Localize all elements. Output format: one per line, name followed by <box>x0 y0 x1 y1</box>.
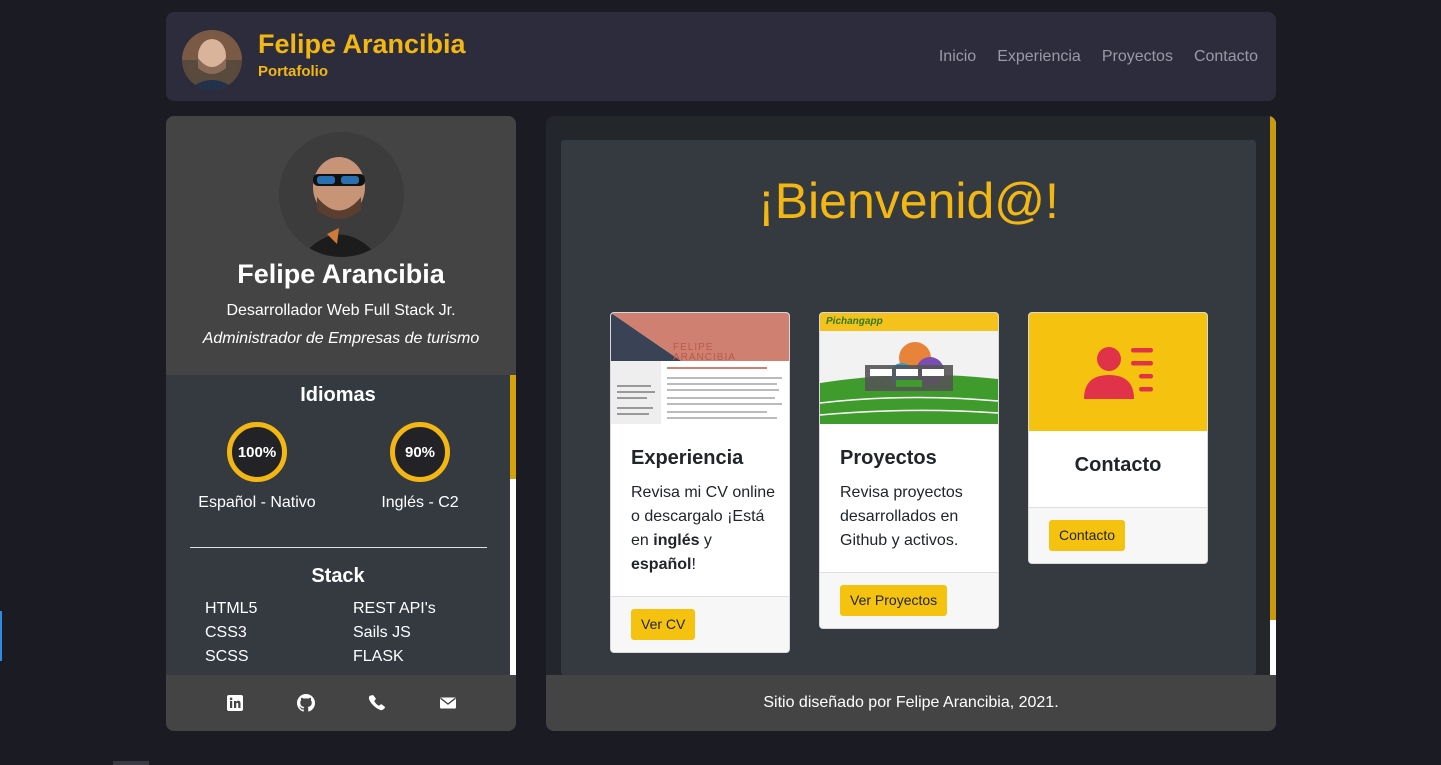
view-cv-button[interactable]: Ver CV <box>631 609 696 640</box>
card-text: Revisa proyectos desarrollados en Github… <box>840 484 963 549</box>
card-title: Proyectos <box>840 447 937 469</box>
nav-link-inicio[interactable]: Inicio <box>939 48 976 66</box>
main-scrollbar-thumb[interactable] <box>1270 116 1276 620</box>
welcome-section[interactable]: ¡Bienvenid@! FELIPE ARANCIBIA Experienci… <box>561 140 1256 675</box>
profile-name: Felipe Arancibia <box>237 259 445 289</box>
nav-link-proyectos[interactable]: Proyectos <box>1102 48 1173 66</box>
sidebar-scrollbar[interactable] <box>510 375 516 675</box>
linkedin-icon[interactable] <box>226 694 244 712</box>
nav-link-contacto[interactable]: Contacto <box>1194 48 1258 66</box>
card-footer: Ver CV <box>611 596 789 652</box>
brand-subtitle: Portafolio <box>258 63 328 80</box>
sidebar-scroll-area[interactable]: Idiomas 100% Español - Nativo 90% Inglés… <box>166 375 516 675</box>
brand-name[interactable]: Felipe Arancibia <box>258 29 466 60</box>
contact-card-banner[interactable] <box>1029 313 1207 431</box>
cv-thumbnail-name: FELIPE ARANCIBIA <box>673 342 736 363</box>
stack-item: Sails JS <box>353 624 411 641</box>
card-footer: Ver Proyectos <box>820 572 998 628</box>
language-ring: 90% <box>390 422 450 482</box>
sidebar-scrollbar-thumb[interactable] <box>510 375 516 479</box>
card-footer: Contacto <box>1029 507 1207 563</box>
mail-icon[interactable] <box>439 694 457 712</box>
cv-thumbnail[interactable]: FELIPE ARANCIBIA <box>611 313 789 424</box>
contact-card: Contacto Contacto <box>1028 312 1208 564</box>
language-ring: 100% <box>227 422 287 482</box>
nav-link-experiencia[interactable]: Experiencia <box>997 48 1081 66</box>
social-bar <box>166 675 516 731</box>
stack-title: Stack <box>311 565 365 587</box>
stack-item: HTML5 <box>205 600 258 617</box>
stack-item: FLASK <box>353 648 404 665</box>
stack-item: REST API's <box>353 600 436 617</box>
welcome-heading: ¡Bienvenid@! <box>758 173 1059 229</box>
phone-icon[interactable] <box>368 694 386 712</box>
github-icon[interactable] <box>297 694 315 712</box>
stack-item: SCSS <box>205 648 249 665</box>
profile-role-secondary: Administrador de Empresas de turismo <box>202 330 480 347</box>
window-edge-indicator <box>0 611 2 661</box>
nav-avatar <box>182 30 242 90</box>
language-label: Inglés - C2 <box>381 494 459 511</box>
navbar: Felipe Arancibia Portafolio Inicio Exper… <box>166 12 1276 101</box>
projects-card: Pichangapp Proyectos Revisa proyectos de… <box>819 312 999 629</box>
experience-card: FELIPE ARANCIBIA Experiencia Revisa mi C… <box>610 312 790 653</box>
contact-card-icon <box>1083 344 1155 400</box>
card-text: Revisa mi CV online o descargalo ¡Está e… <box>631 484 776 573</box>
nav-links: Inicio Experiencia Proyectos Contacto <box>939 48 1258 66</box>
contact-button[interactable]: Contacto <box>1049 520 1126 551</box>
profile-photo <box>279 132 404 257</box>
taskbar-tab <box>113 761 149 765</box>
sidebar: Felipe Arancibia Desarrollador Web Full … <box>166 116 516 731</box>
pichangapp-thumbnail[interactable]: Pichangapp <box>820 313 998 424</box>
languages-title: Idiomas <box>300 384 376 406</box>
section-divider <box>190 547 487 548</box>
profile-header: Felipe Arancibia Desarrollador Web Full … <box>166 116 516 375</box>
main-scrollbar[interactable] <box>1270 116 1276 675</box>
stack-item: CSS3 <box>205 624 247 641</box>
pichangapp-logo: Pichangapp <box>826 316 883 327</box>
site-footer: Sitio diseñado por Felipe Arancibia, 202… <box>546 675 1276 731</box>
language-label: Español - Nativo <box>198 494 316 511</box>
main-panel: ¡Bienvenid@! FELIPE ARANCIBIA Experienci… <box>546 116 1276 731</box>
card-title: Experiencia <box>631 447 744 469</box>
profile-role: Desarrollador Web Full Stack Jr. <box>226 302 456 319</box>
view-projects-button[interactable]: Ver Proyectos <box>840 585 948 616</box>
card-title: Contacto <box>1074 454 1162 476</box>
